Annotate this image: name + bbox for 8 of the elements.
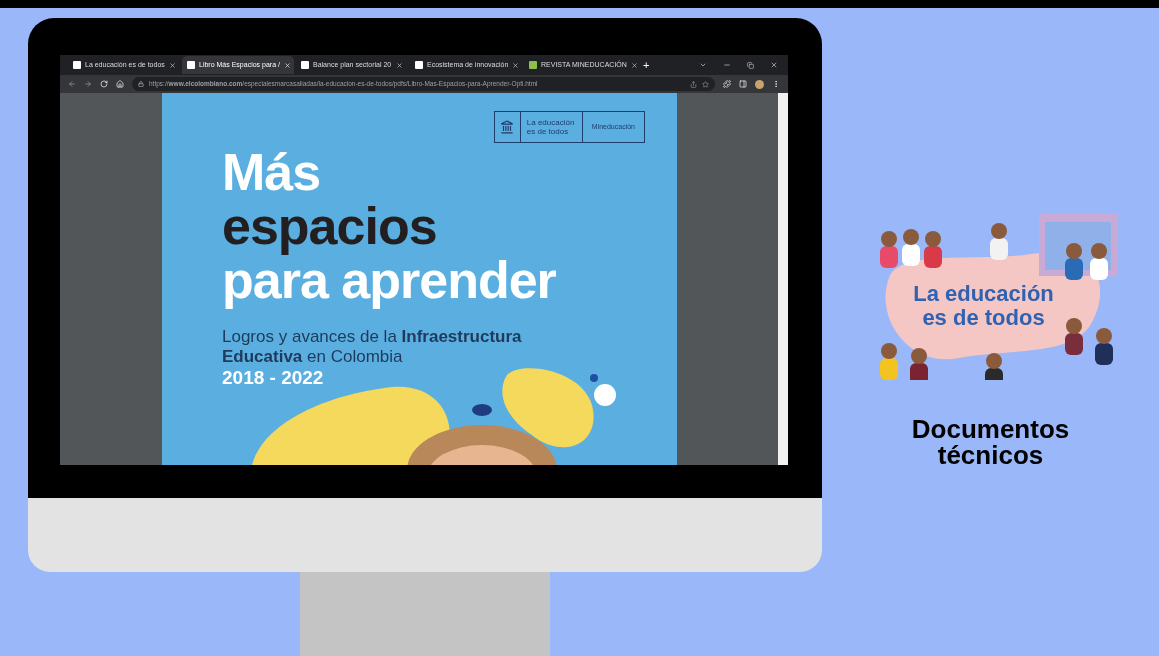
title-line: espacios xyxy=(222,199,438,253)
years: 2018 - 2022 xyxy=(222,367,325,389)
subtitle: Logros y avances de la Infraestructura Educativa en Colombia xyxy=(222,327,523,367)
new-tab-button[interactable]: + xyxy=(638,56,655,74)
banner-text: La educación es de todos xyxy=(912,282,1055,330)
title-line: Más xyxy=(222,145,322,199)
caption: Documentos técnicos xyxy=(910,416,1071,468)
logo-text: La educación es de todos xyxy=(520,112,583,142)
